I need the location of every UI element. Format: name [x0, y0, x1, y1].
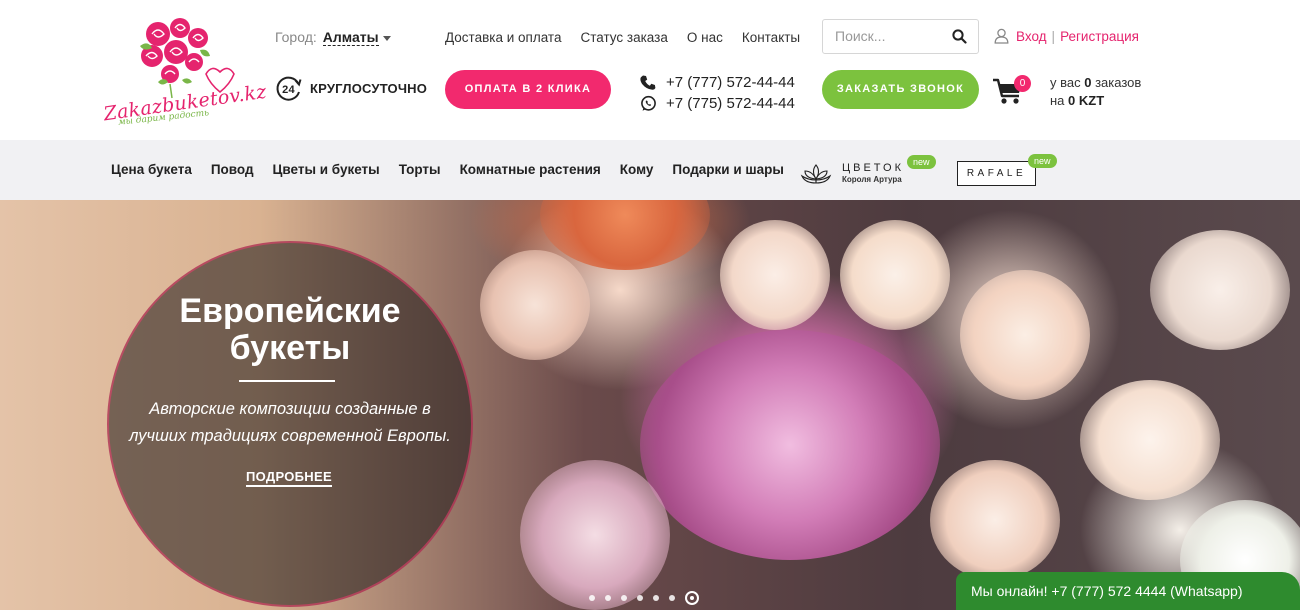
cart-amount-line: на 0 KZT — [1050, 92, 1141, 110]
hero-description: Авторские композиции созданные в лучших … — [107, 396, 473, 450]
hero-flower — [1150, 230, 1290, 350]
slider-dot[interactable] — [685, 591, 699, 605]
brand-tsvetok-name: ЦВЕТОК — [842, 162, 904, 174]
cart-button[interactable]: 0 — [992, 75, 1031, 108]
hero-divider — [239, 380, 335, 382]
hero-flower — [960, 270, 1090, 400]
hero-flower — [480, 250, 590, 360]
phone-row[interactable]: +7 (777) 572-44-44 — [640, 72, 795, 93]
phone-icon — [640, 75, 656, 90]
hero-flower — [520, 460, 670, 610]
brand-rafale-link[interactable]: RAFALE — [957, 161, 1036, 186]
brand-tsvetok-new-badge: new — [907, 155, 936, 169]
brand-rafale-new-badge: new — [1028, 154, 1057, 168]
search-box — [822, 19, 979, 54]
menu-item-recipient[interactable]: Кому — [620, 162, 654, 177]
register-link[interactable]: Регистрация — [1060, 29, 1139, 44]
topnav-about-link[interactable]: О нас — [687, 30, 723, 45]
hero-description-line2: лучших традициях современной Европы. — [129, 427, 451, 445]
slider-dot[interactable] — [669, 595, 675, 601]
cart-orders-suffix: заказов — [1091, 75, 1142, 90]
brand-tsvetok-link[interactable]: ЦВЕТОК Короля Артура — [800, 162, 910, 186]
menu-item-houseplants[interactable]: Комнатные растения — [460, 162, 601, 177]
hero-flower — [840, 220, 950, 330]
search-icon[interactable] — [952, 29, 967, 44]
topnav-order-status-link[interactable]: Статус заказа — [580, 30, 667, 45]
cart-orders-line: у вас 0 заказов — [1050, 74, 1141, 92]
menu-item-gifts[interactable]: Подарки и шары — [672, 162, 784, 177]
hero-description-line1: Авторские композиции созданные в — [149, 400, 431, 418]
phone-numbers: +7 (777) 572-44-44 +7 (775) 572-44-44 — [640, 72, 795, 114]
topnav-delivery-link[interactable]: Доставка и оплата — [445, 30, 561, 45]
hero-flower — [1080, 380, 1220, 500]
hero-title-line2: букеты — [229, 329, 351, 367]
brand-tsvetok-subtitle: Короля Артура — [842, 175, 902, 184]
caret-down-icon — [382, 35, 391, 41]
cart-count-badge: 0 — [1014, 75, 1031, 92]
user-icon — [994, 28, 1009, 44]
phone-number-1[interactable]: +7 (777) 572-44-44 — [666, 72, 795, 93]
around-the-clock-label: КРУГЛОСУТОЧНО — [310, 81, 428, 96]
slider-dot[interactable] — [621, 595, 627, 601]
search-input[interactable] — [835, 28, 945, 44]
login-link[interactable]: Вход — [1016, 29, 1047, 44]
site-header: Zakazbuketov.kz мы дарим радость Город: А… — [0, 0, 1300, 140]
lotus-icon — [800, 164, 832, 184]
main-menu: Цена букета Повод Цветы и букеты Торты К… — [0, 140, 1300, 200]
whatsapp-row[interactable]: +7 (775) 572-44-44 — [640, 93, 795, 114]
cart-orders-prefix: у вас — [1050, 75, 1085, 90]
hero-flower — [930, 460, 1060, 580]
hero-title: Европейские букеты — [107, 293, 473, 367]
around-the-clock: 24 КРУГЛОСУТОЧНО — [275, 75, 427, 102]
hero-peony — [640, 330, 940, 560]
slider-dot[interactable] — [653, 595, 659, 601]
cart-amount: 0 KZT — [1068, 93, 1105, 108]
auth-links: Вход | Регистрация — [994, 28, 1139, 44]
slider-dots — [589, 591, 699, 605]
order-call-button[interactable]: ЗАКАЗАТЬ ЗВОНОК — [822, 70, 979, 109]
menu-item-cakes[interactable]: Торты — [399, 162, 441, 177]
hero-slider[interactable]: Европейские букеты Авторские композиции … — [0, 200, 1300, 610]
auth-separator: | — [1051, 28, 1056, 44]
city-label: Город: — [275, 29, 317, 45]
clock-24-number: 24 — [282, 84, 295, 96]
slider-dot[interactable] — [637, 595, 643, 601]
menu-item-occasion[interactable]: Повод — [211, 162, 254, 177]
cart-amount-prefix: на — [1050, 93, 1069, 108]
slider-dot[interactable] — [605, 595, 611, 601]
hero-more-link[interactable]: ПОДРОБНЕЕ — [246, 469, 332, 487]
pay-in-2-clicks-button[interactable]: ОПЛАТА В 2 КЛИКА — [445, 70, 611, 109]
whatsapp-chat-widget[interactable]: Мы онлайн! +7 (777) 572 4444 (Whatsapp) — [956, 572, 1272, 610]
phone-number-2[interactable]: +7 (775) 572-44-44 — [666, 93, 795, 114]
top-navigation: Доставка и оплата Статус заказа О нас Ко… — [445, 30, 800, 45]
clock-24-icon: 24 — [276, 76, 302, 101]
topnav-contacts-link[interactable]: Контакты — [742, 30, 800, 45]
site-logo[interactable]: Zakazbuketov.kz мы дарим радость — [100, 12, 268, 130]
cart-summary: у вас 0 заказов на 0 KZT — [1050, 74, 1141, 110]
hero-flower — [720, 220, 830, 330]
menu-item-flowers[interactable]: Цветы и букеты — [273, 162, 380, 177]
main-menu-items: Цена букета Повод Цветы и букеты Торты К… — [111, 162, 784, 177]
slider-dot[interactable] — [589, 595, 595, 601]
city-selector[interactable]: Город: Алматы — [275, 29, 391, 46]
whatsapp-icon — [641, 95, 656, 111]
hero-title-line1: Европейские — [179, 292, 401, 330]
city-value[interactable]: Алматы — [322, 29, 379, 46]
menu-item-price[interactable]: Цена букета — [111, 162, 192, 177]
